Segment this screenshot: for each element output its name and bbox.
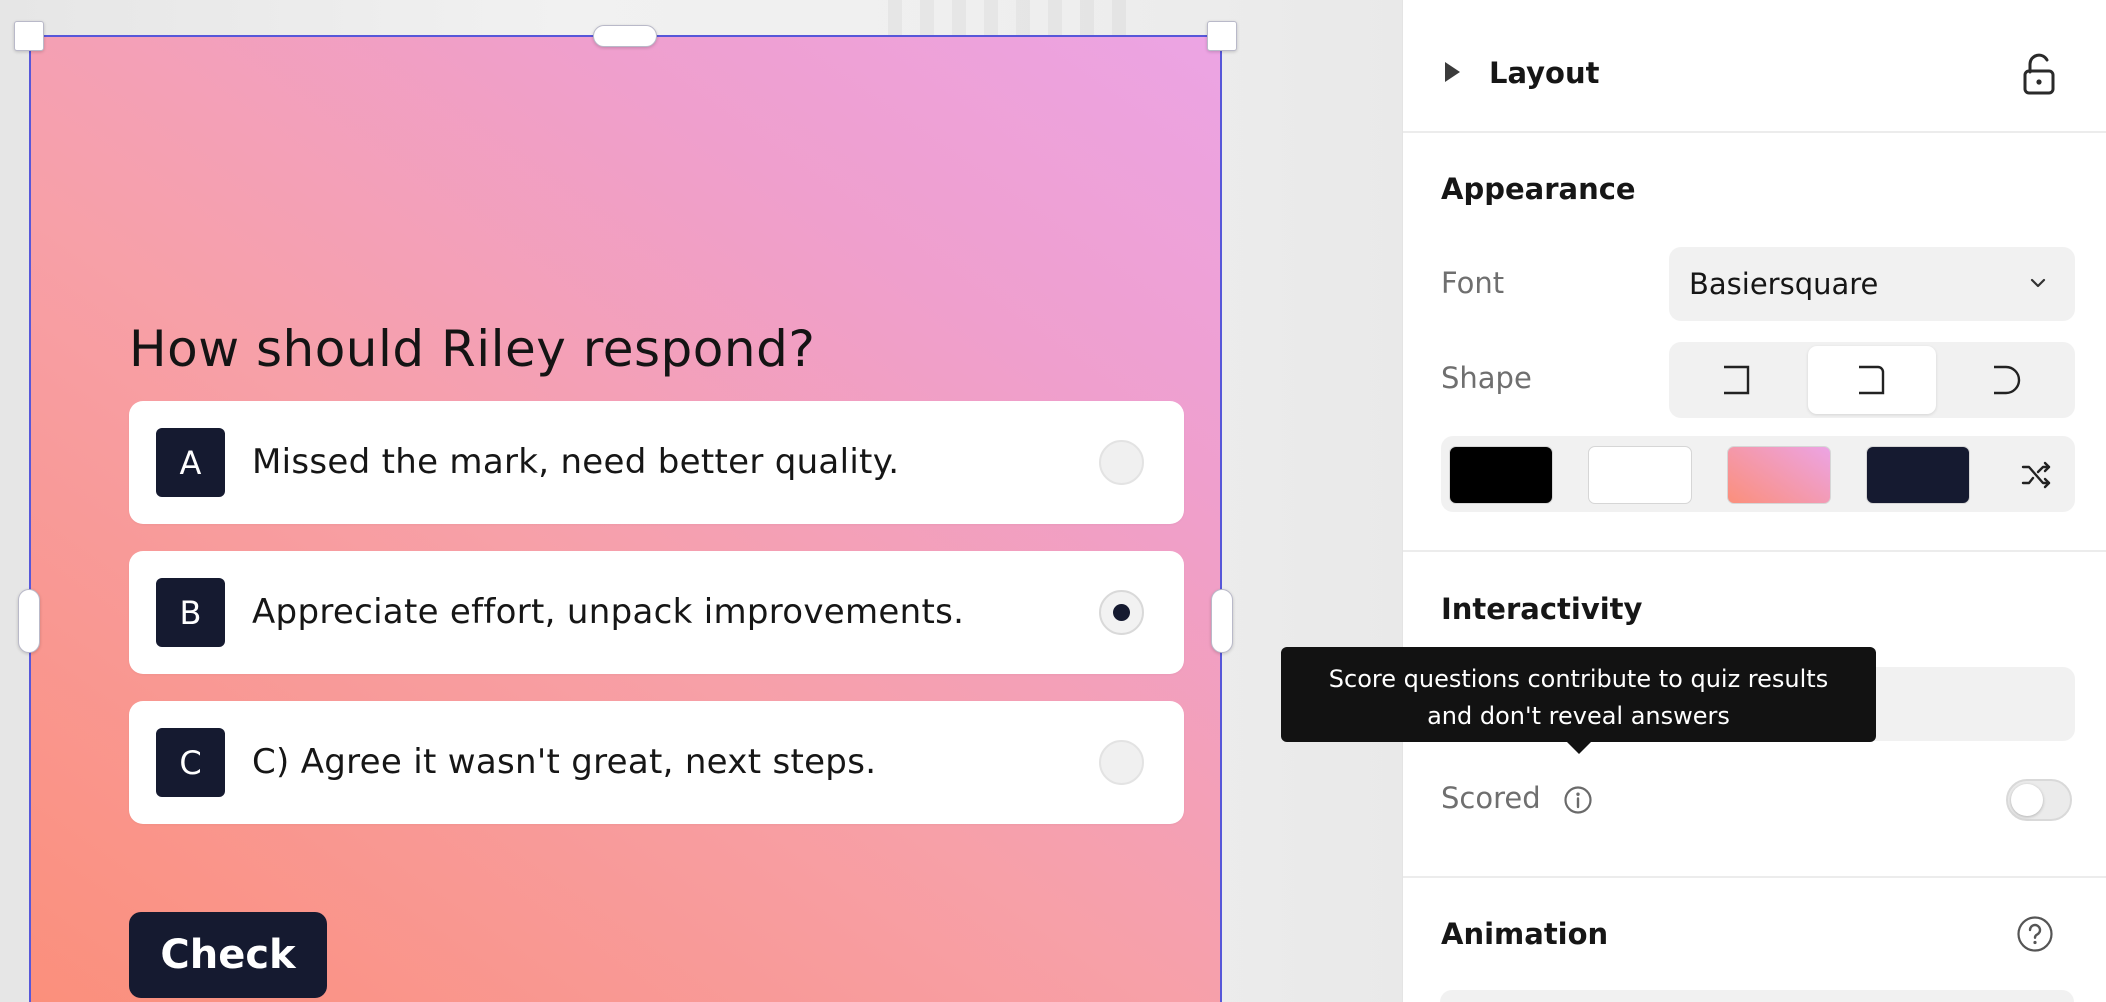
- resize-handle-left[interactable]: [18, 589, 40, 653]
- shape-label: Shape: [1441, 361, 1532, 395]
- info-icon[interactable]: [1563, 785, 1593, 815]
- option-radio[interactable]: [1099, 440, 1144, 485]
- font-label: Font: [1441, 266, 1505, 300]
- resize-handle-top-left[interactable]: [14, 21, 44, 51]
- option-radio[interactable]: [1099, 740, 1144, 785]
- resize-handle-right[interactable]: [1211, 589, 1233, 653]
- caret-right-icon: [1445, 62, 1460, 82]
- rounded-corner-icon: [1859, 365, 1885, 395]
- swatch-white[interactable]: [1588, 446, 1692, 504]
- shape-option-pill[interactable]: [1943, 346, 2071, 414]
- color-swatch-row: [1441, 436, 2075, 512]
- unlocked-lock-icon[interactable]: [2019, 52, 2059, 96]
- appearance-title: Appearance: [1441, 172, 1636, 206]
- animation-title: Animation: [1441, 917, 1609, 951]
- square-corner-icon: [1724, 365, 1750, 395]
- interactivity-title: Interactivity: [1441, 592, 1643, 626]
- divider: [1403, 550, 2106, 552]
- option-a[interactable]: A Missed the mark, need better quality.: [129, 401, 1184, 524]
- layout-section-title: Layout: [1489, 56, 1600, 90]
- pill-corner-icon: [1994, 365, 2021, 395]
- divider: [1403, 131, 2106, 133]
- option-text: C) Agree it wasn't great, next steps.: [252, 742, 877, 782]
- toggle-knob: [2011, 784, 2043, 816]
- option-letter-badge: B: [156, 578, 225, 647]
- scored-label: Scored: [1441, 781, 1541, 815]
- check-button[interactable]: Check: [129, 912, 327, 998]
- help-circle-icon[interactable]: [2016, 915, 2054, 953]
- divider: [1403, 876, 2106, 878]
- font-select-value: Basiersquare: [1689, 267, 1879, 301]
- scored-toggle[interactable]: [2006, 779, 2072, 821]
- shape-segmented-control: [1669, 342, 2075, 418]
- option-c[interactable]: C C) Agree it wasn't great, next steps.: [129, 701, 1184, 824]
- option-b[interactable]: B Appreciate effort, unpack improvements…: [129, 551, 1184, 674]
- shape-option-square[interactable]: [1673, 346, 1801, 414]
- properties-panel: Layout Appearance Font Basiersquare Shap…: [1402, 0, 2106, 1002]
- option-text: Appreciate effort, unpack improvements.: [252, 592, 965, 632]
- font-select[interactable]: Basiersquare: [1669, 247, 2075, 321]
- shape-option-rounded[interactable]: [1808, 346, 1936, 414]
- shuffle-icon[interactable]: [2021, 459, 2053, 489]
- scored-tooltip: Score questions contribute to quiz resul…: [1281, 647, 1876, 742]
- swatch-black[interactable]: [1449, 446, 1553, 504]
- question-card[interactable]: How should Riley respond? A Missed the m…: [29, 35, 1222, 1002]
- swatch-navy[interactable]: [1866, 446, 1970, 504]
- animation-field[interactable]: [1440, 990, 2074, 1002]
- swatch-gradient[interactable]: [1727, 446, 1831, 504]
- question-title: How should Riley respond?: [129, 320, 816, 378]
- option-letter-badge: A: [156, 428, 225, 497]
- resize-handle-top[interactable]: [593, 25, 657, 47]
- resize-handle-top-right[interactable]: [1207, 21, 1237, 51]
- tooltip-arrow: [1566, 741, 1592, 754]
- chevron-down-icon: [2030, 278, 2046, 288]
- tooltip-line-2: and don't reveal answers: [1427, 702, 1730, 730]
- tooltip-line-1: Score questions contribute to quiz resul…: [1328, 665, 1829, 693]
- option-radio-selected[interactable]: [1099, 590, 1144, 635]
- layout-section-toggle[interactable]: Layout: [1403, 0, 2106, 132]
- option-text: Missed the mark, need better quality.: [252, 442, 900, 482]
- option-letter-badge: C: [156, 728, 225, 797]
